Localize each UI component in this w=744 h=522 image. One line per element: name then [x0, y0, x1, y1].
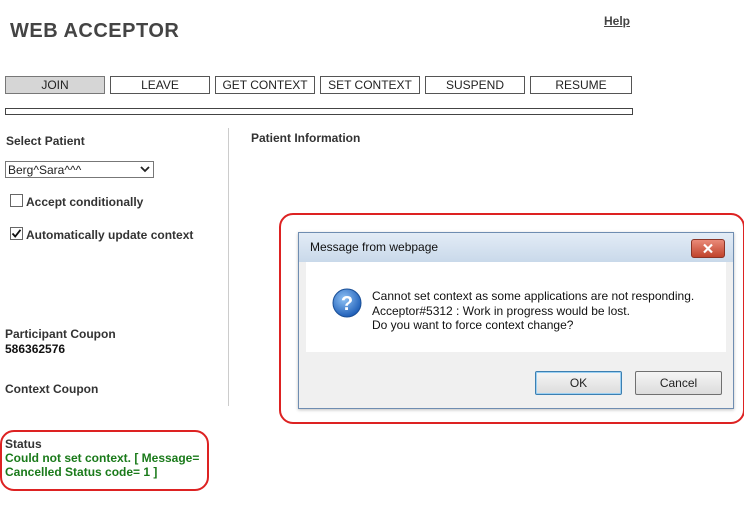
dialog-message-line-3: Do you want to force context change? [372, 318, 574, 332]
ok-button[interactable]: OK [535, 371, 622, 395]
set-context-button[interactable]: SET CONTEXT [320, 76, 420, 94]
leave-button[interactable]: LEAVE [110, 76, 210, 94]
get-context-button[interactable]: GET CONTEXT [215, 76, 315, 94]
cancel-button[interactable]: Cancel [635, 371, 722, 395]
accept-conditionally-checkbox[interactable] [10, 194, 23, 207]
patient-info-label: Patient Information [251, 131, 361, 145]
accept-conditionally-label: Accept conditionally [26, 195, 144, 209]
close-icon [703, 243, 713, 254]
resume-button[interactable]: RESUME [530, 76, 632, 94]
status-highlight-ring [0, 430, 209, 491]
dialog-close-button[interactable] [691, 239, 725, 258]
patient-select[interactable]: Berg^Sara^^^ [5, 161, 154, 178]
dialog-body: ? Cannot set context as some application… [306, 262, 726, 352]
context-coupon-label: Context Coupon [5, 382, 99, 396]
message-dialog: Message from webpage ? Cannot set contex… [298, 232, 734, 409]
participant-coupon-label: Participant Coupon [5, 327, 116, 341]
dialog-title-bar: Message from webpage [299, 233, 733, 262]
select-patient-label: Select Patient [6, 134, 85, 148]
chevron-down-icon [140, 166, 150, 173]
participant-coupon-value: 586362576 [5, 342, 66, 356]
suspend-button[interactable]: SUSPEND [425, 76, 525, 94]
auto-update-label: Automatically update context [26, 228, 194, 242]
dialog-message-line-1: Cannot set context as some applications … [372, 289, 695, 303]
help-link[interactable]: Help [604, 14, 630, 28]
progress-bar [5, 108, 633, 115]
panel-divider [228, 128, 229, 406]
app-title: WEB ACCEPTOR [10, 20, 180, 42]
question-icon: ? [332, 288, 362, 318]
svg-text:?: ? [341, 293, 353, 315]
checkmark-icon [11, 229, 22, 238]
auto-update-checkbox[interactable] [10, 227, 23, 240]
join-button[interactable]: JOIN [5, 76, 105, 94]
dialog-message-line-2: Acceptor#5312 : Work in progress would b… [372, 303, 630, 318]
dialog-message: Cannot set context as some applications … [372, 289, 694, 333]
patient-select-value: Berg^Sara^^^ [8, 163, 82, 177]
dialog-title: Message from webpage [310, 240, 439, 254]
